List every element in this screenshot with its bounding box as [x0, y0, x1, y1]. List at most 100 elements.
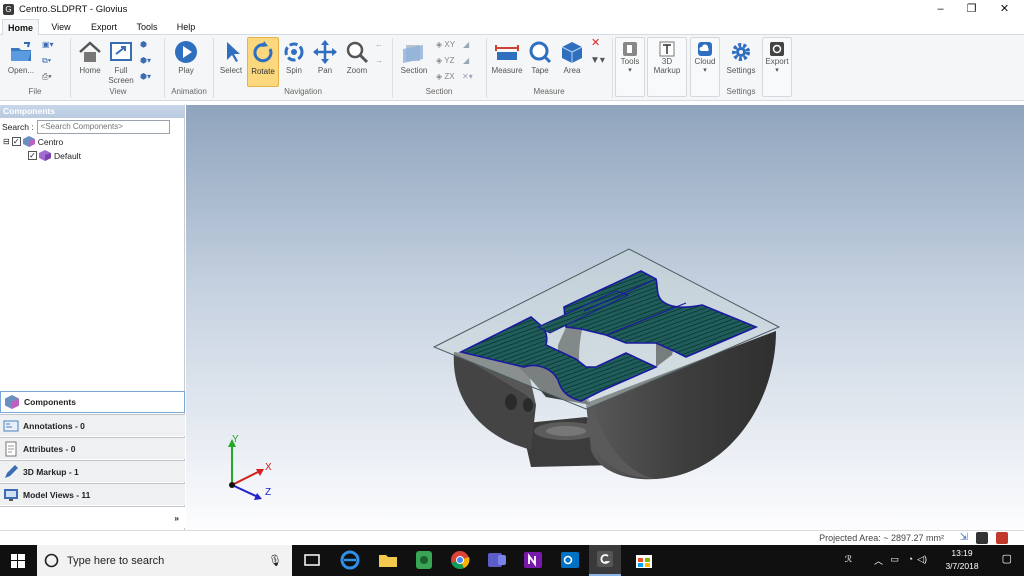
view-orient-icon[interactable]: ⬢▾ — [140, 55, 151, 67]
full-screen-icon — [110, 42, 132, 61]
section-flip-icon[interactable]: ◢ — [463, 39, 469, 51]
tape-button[interactable]: Tape — [526, 37, 554, 87]
taskbar-search-box[interactable]: Type here to search 🎙 — [37, 545, 292, 576]
teams-icon[interactable] — [486, 549, 508, 571]
status-icon-2[interactable] — [976, 532, 988, 544]
projected-area-readout: Projected Area: ~ 2897.27 mm² — [819, 533, 944, 543]
nav-attributes[interactable]: Attributes - 0 — [0, 437, 185, 459]
cloud-button[interactable]: Cloud ▾ — [690, 37, 720, 97]
tree-item-centro[interactable]: ⊟ ✓ Centro — [3, 135, 63, 148]
export-button[interactable]: Export ▾ — [762, 37, 792, 97]
panel-expand-button[interactable]: » — [0, 506, 185, 528]
visibility-checkbox[interactable]: ✓ — [11, 137, 21, 146]
close-button[interactable]: ✕ — [988, 0, 1021, 18]
wifi-icon[interactable]: ◔ — [908, 554, 913, 564]
copy-icon[interactable]: ⧉▾ — [42, 55, 51, 67]
section-yz-button[interactable]: ◈ YZ — [436, 55, 454, 67]
windows-taskbar: Type here to search 🎙 ℛ ︿ ▭ ◔ ◁) 13:19 3… — [0, 545, 1024, 576]
people-icon[interactable]: ℛ — [845, 554, 852, 565]
clear-measure-icon[interactable]: ✕ — [591, 37, 600, 49]
group-measure-label: Measure — [533, 87, 565, 96]
attributes-icon — [5, 441, 17, 456]
ribbon-separator — [612, 38, 613, 98]
select-button[interactable]: Select — [216, 37, 246, 87]
microphone-icon[interactable]: 🎙 — [268, 554, 282, 567]
tools-button[interactable]: Tools ▾ — [615, 37, 645, 97]
settings-button[interactable]: Settings — [723, 37, 759, 87]
file-explorer-icon[interactable] — [377, 549, 399, 571]
section-cap-icon[interactable]: ◢ — [463, 55, 469, 67]
render-mode-icon[interactable]: ⬢▾ — [140, 71, 151, 83]
section-zx-button[interactable]: ◈ ZX — [436, 71, 455, 83]
next-view-icon[interactable]: → — [375, 55, 383, 67]
pdf-export-icon[interactable] — [996, 532, 1008, 544]
task-view-icon[interactable] — [301, 549, 323, 571]
minimize-button[interactable]: – — [924, 0, 957, 18]
cursor-icon — [227, 42, 240, 62]
group-settings-label: Settings — [726, 87, 756, 96]
group-navigation-label: Navigation — [284, 87, 322, 96]
tab-tools[interactable]: Tools — [130, 19, 164, 35]
spin-button[interactable]: Spin — [280, 37, 308, 87]
open-folder-icon — [11, 42, 31, 61]
3d-viewport[interactable]: Y X Z — [186, 105, 1024, 530]
volume-icon[interactable]: ◁) — [917, 554, 927, 565]
print-icon[interactable]: ⎙▾ — [42, 71, 52, 83]
section-tools-icon[interactable]: ✕▾ — [462, 71, 473, 83]
collapse-icon[interactable]: ⊟ — [3, 137, 10, 146]
tab-home[interactable]: Home — [2, 19, 39, 35]
open-button[interactable]: Open... — [4, 37, 38, 87]
section-xy-button[interactable]: ◈ XY — [436, 39, 455, 51]
home-icon — [79, 41, 101, 62]
tray-clock-time[interactable]: 13:19 — [932, 548, 992, 558]
area-button[interactable]: Area — [558, 37, 586, 87]
play-button[interactable]: Play — [170, 37, 202, 87]
filter-icon[interactable]: ▼▾ — [590, 55, 605, 67]
maximize-button[interactable]: ❐ — [955, 0, 988, 18]
store-icon[interactable] — [633, 549, 655, 571]
onenote-icon[interactable] — [522, 549, 544, 571]
view-cube-icon[interactable]: ⬢ — [140, 39, 147, 51]
tray-device-icon[interactable]: ▭ — [890, 554, 899, 565]
chrome-icon[interactable] — [449, 549, 471, 571]
previous-view-icon[interactable]: ← — [375, 39, 383, 51]
evernote-icon[interactable] — [413, 549, 435, 571]
glovius-taskbar-button[interactable] — [589, 545, 621, 576]
home-view-button[interactable]: Home — [75, 37, 105, 87]
tab-export[interactable]: Export — [84, 19, 124, 35]
gear-icon — [732, 43, 750, 61]
rotate-button[interactable]: Rotate — [247, 37, 279, 87]
nav-components[interactable]: Components — [0, 391, 185, 413]
component-search-input[interactable] — [36, 119, 170, 134]
pan-button[interactable]: Pan — [311, 37, 339, 87]
visibility-checkbox[interactable]: ✓ — [28, 151, 37, 160]
tab-help[interactable]: Help — [170, 19, 202, 35]
status-bar: Projected Area: ~ 2897.27 mm² ⇲ — [0, 530, 1024, 545]
tree-item-default[interactable]: ✓ Default — [28, 149, 81, 162]
nav-annotations[interactable]: Annotations - 0 — [0, 414, 185, 436]
3d-markup-button[interactable]: 3D Markup — [647, 37, 687, 97]
section-button[interactable]: Section — [397, 37, 431, 87]
search-label: Search : — [2, 121, 34, 132]
windows-start-icon[interactable] — [11, 554, 25, 568]
tab-view[interactable]: View — [45, 19, 77, 35]
status-icon-1[interactable]: ⇲ — [960, 532, 968, 543]
tray-overflow-icon[interactable]: ︿ — [874, 554, 883, 567]
model-canvas — [432, 248, 781, 480]
taskbar-search-placeholder: Type here to search — [67, 554, 165, 567]
nav-model-views[interactable]: Model Views - 11 — [0, 483, 185, 505]
outlook-icon[interactable] — [559, 549, 581, 571]
notifications-icon[interactable]: ▢ — [1002, 552, 1012, 565]
nav-3d-markup[interactable]: 3D Markup - 1 — [0, 460, 185, 482]
model-views-icon — [4, 488, 18, 501]
edge-browser-icon[interactable] — [339, 549, 361, 571]
assembly-icon — [22, 136, 35, 147]
title-bar: G Centro.SLDPRT - Glovius – ❐ ✕ — [0, 0, 1024, 18]
full-screen-button[interactable]: Full Screen — [107, 37, 135, 87]
zoom-button[interactable]: Zoom — [342, 37, 372, 87]
spin-icon — [284, 42, 304, 62]
save-icon[interactable]: ▣▾ — [42, 39, 54, 51]
measure-button[interactable]: Measure — [490, 37, 524, 87]
search-row: Search : — [0, 118, 184, 135]
tray-clock-date[interactable]: 3/7/2018 — [932, 561, 992, 571]
